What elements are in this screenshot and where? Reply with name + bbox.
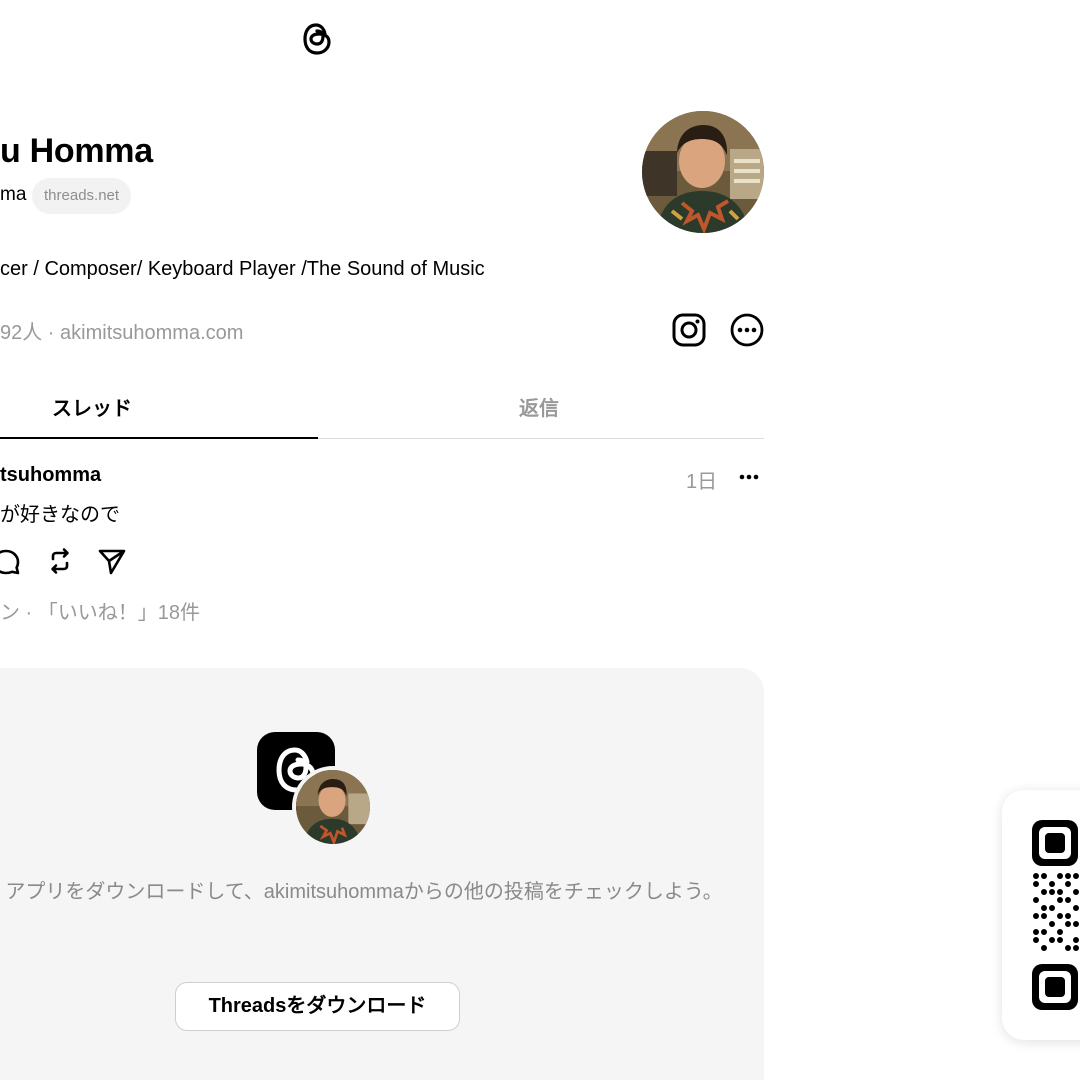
threads-logo-icon[interactable] — [300, 20, 334, 58]
qr-code-card[interactable] — [1002, 790, 1080, 1040]
reply-icon[interactable] — [0, 546, 22, 578]
tab-replies[interactable]: 返信 — [519, 392, 559, 421]
profile-avatar[interactable] — [642, 111, 764, 233]
profile-display-name: u Homma — [0, 132, 153, 170]
instagram-icon[interactable] — [671, 312, 707, 348]
qr-code-icon — [1032, 820, 1079, 1010]
post-author[interactable]: tsuhomma — [0, 464, 101, 487]
post-stats[interactable]: ン · 「いいね！」18件 — [0, 596, 200, 625]
cta-message: アプリをダウンロードして、akimitsuhommaからの他の投稿をチェックしよ… — [5, 881, 723, 903]
share-icon[interactable] — [96, 545, 128, 577]
active-tab-indicator — [0, 437, 318, 439]
profile-meta: 92人 · akimitsuhomma.com — [0, 316, 243, 345]
repost-icon[interactable] — [44, 545, 76, 577]
post-text: が好きなので — [0, 504, 120, 526]
meta-separator: · — [42, 322, 61, 344]
cta-profile-avatar — [292, 766, 374, 848]
domain-badge[interactable]: threads.net — [32, 178, 132, 214]
post-time: 1日 — [686, 471, 718, 493]
download-threads-button[interactable]: Threadsをダウンロード — [175, 982, 460, 1031]
profile-username: ma — [0, 184, 27, 205]
followers-count[interactable]: 92人 — [0, 322, 42, 344]
more-options-icon[interactable] — [729, 312, 765, 348]
profile-bio: cer / Composer/ Keyboard Player /The Sou… — [0, 258, 485, 280]
profile-link[interactable]: akimitsuhomma.com — [60, 322, 243, 344]
post-more-icon[interactable] — [736, 466, 762, 488]
tab-threads[interactable]: スレッド — [52, 392, 132, 421]
